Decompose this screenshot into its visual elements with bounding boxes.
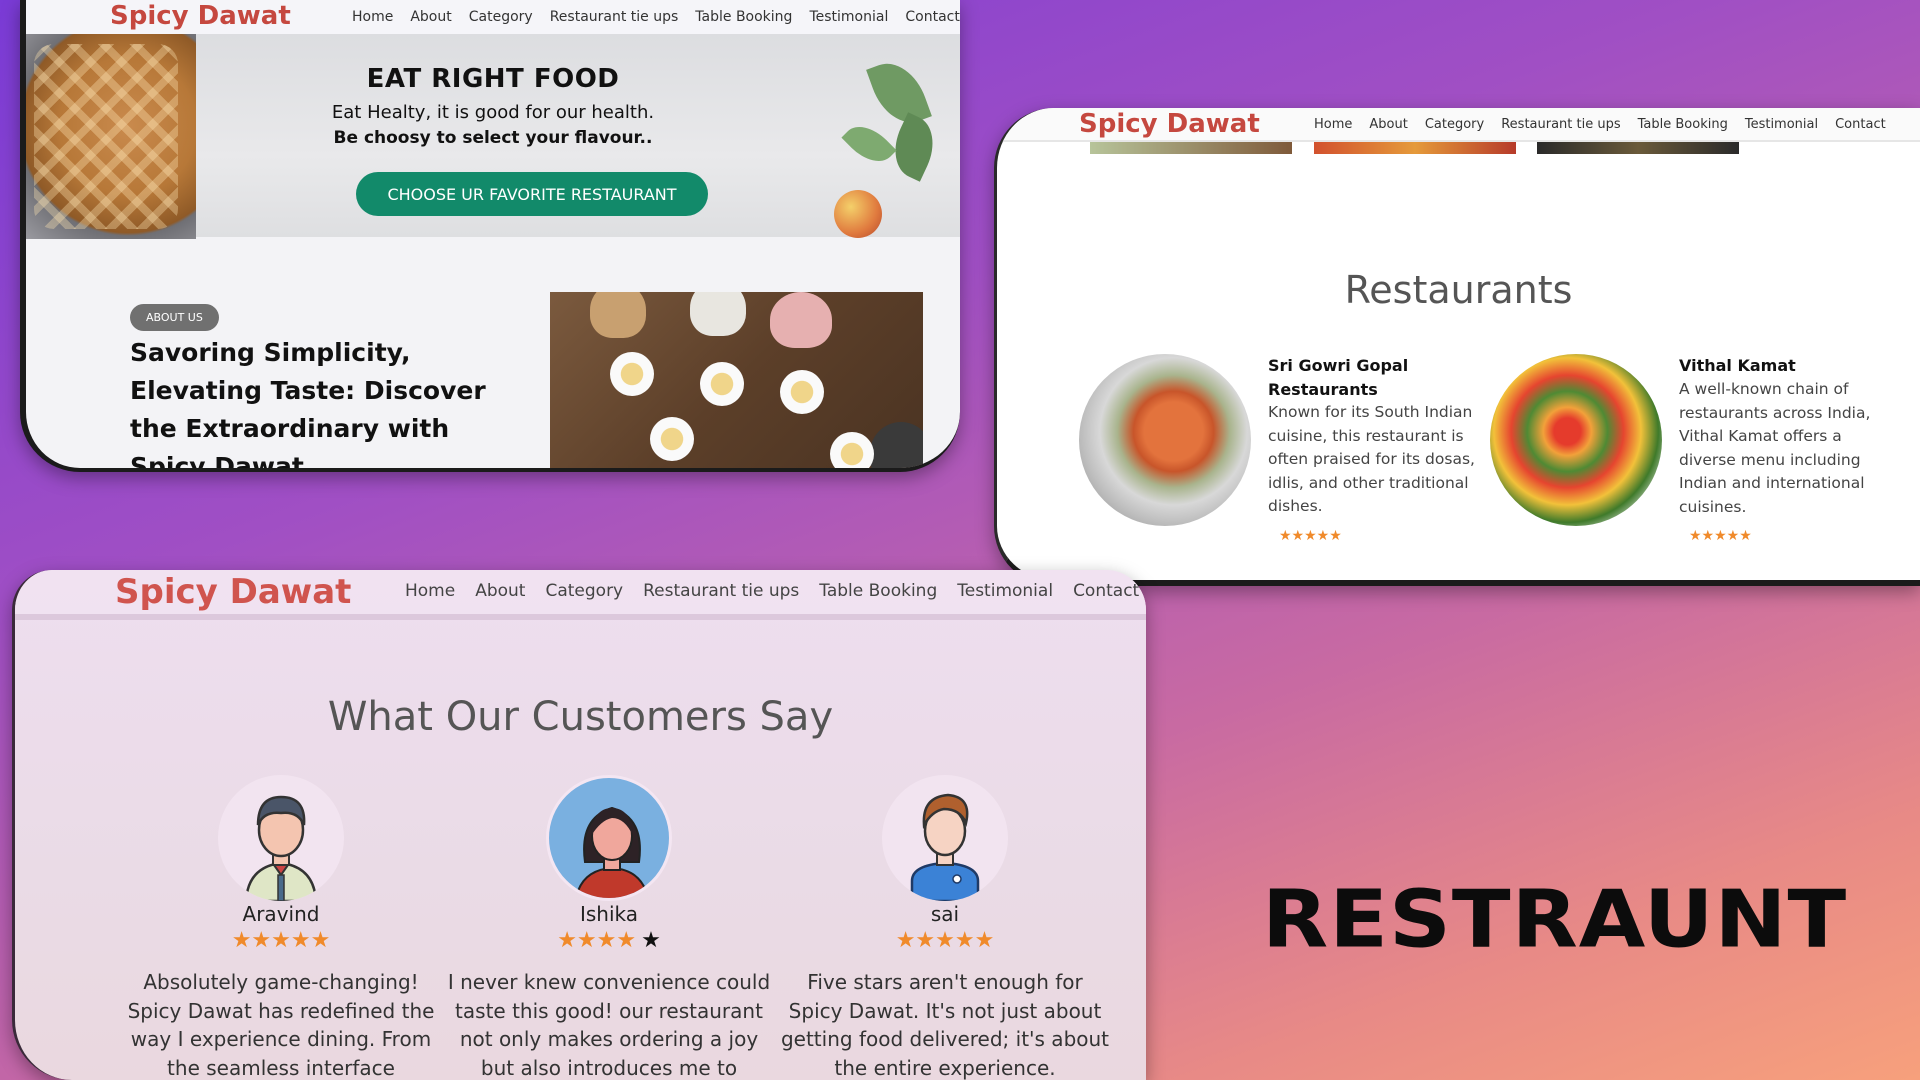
customer-name: Ishika [579,902,639,926]
nav-restaurant-tie-ups[interactable]: Restaurant tie ups [643,581,799,601]
about-heading: Savoring Simplicity, Elevating Taste: Di… [130,338,486,472]
nav-table-booking[interactable]: Table Booking [1638,117,1728,132]
nav-contact[interactable]: Contact [1073,581,1139,601]
nav-restaurant-tie-ups[interactable]: Restaurant tie ups [1501,117,1620,132]
restaurants-screenshot-card: Spicy Dawat Home About Category Restaura… [994,108,1920,586]
nav-category[interactable]: Category [1425,117,1484,132]
restaurant-rating: ★★★★★ [1689,528,1752,544]
category-thumbnail [1537,142,1739,154]
pie-image [26,34,196,239]
testimonials-screenshot-card: Spicy Dawat Home About Category Restaura… [12,570,1146,1080]
nav-testimonial[interactable]: Testimonial [1745,117,1818,132]
customer-name: sai [930,902,960,926]
nav-restaurant-tie-ups[interactable]: Restaurant tie ups [550,9,679,25]
woman-avatar-icon [546,775,672,901]
customer-rating: ★★★★★ [795,928,1095,953]
restaurant-image[interactable] [1490,354,1662,526]
restaurant-image[interactable] [1079,354,1251,526]
star-empty-icon: ★ [641,928,661,953]
brand-logo[interactable]: Spicy Dawat [110,1,291,31]
category-thumbnail [1090,142,1292,154]
testimonials-title: What Our Customers Say [327,694,834,740]
dining-table-image [550,292,923,468]
top-nav: Spicy Dawat Home About Category Restaura… [26,0,960,34]
top-nav: Spicy Dawat Home About Category Restaura… [15,570,1146,620]
nav-category[interactable]: Category [545,581,623,601]
nav-category[interactable]: Category [469,9,533,25]
nav-table-booking[interactable]: Table Booking [819,581,937,601]
nav-home[interactable]: Home [405,581,455,601]
star-icon: ★★★★★ [231,928,331,953]
nav-about[interactable]: About [1369,117,1407,132]
customer-review: I never knew convenience could taste thi… [447,970,771,1080]
restaurant-name[interactable]: Vithal Kamat [1679,354,1899,378]
customer-name: Aravind [242,902,320,926]
choose-restaurant-button[interactable]: CHOOSE UR FAVORITE RESTAURANT [356,172,708,216]
nav-table-booking[interactable]: Table Booking [695,9,792,25]
star-icon: ★★★★ [557,928,637,953]
nav-testimonial[interactable]: Testimonial [957,581,1053,601]
nav-contact[interactable]: Contact [1835,117,1886,132]
restaurant-description: Known for its South Indian cuisine, this… [1268,403,1475,515]
hero-screenshot-card: EAT RIGHT FOOD Eat Healty, it is good fo… [20,0,960,472]
nav-contact[interactable]: Contact [905,9,959,25]
restaurant-rating: ★★★★★ [1279,528,1342,544]
nav-about[interactable]: About [475,581,525,601]
nav-home[interactable]: Home [352,9,393,25]
apple-image [834,190,882,238]
man-avatar-icon [218,775,344,901]
boy-avatar-icon [882,775,1008,901]
restaurant-name[interactable]: Sri Gowri Gopal Restaurants [1268,354,1478,402]
brand-logo[interactable]: Spicy Dawat [115,572,351,612]
restaurant-description: A well-known chain of restaurants across… [1679,380,1871,516]
top-nav: Spicy Dawat Home About Category Restaura… [997,108,1920,142]
customer-rating: ★★★★★ [459,928,759,953]
restraunt-title: RESTRAUNT [1262,874,1848,966]
customer-rating: ★★★★★ [131,928,431,953]
restaurants-title: Restaurants [1344,268,1573,312]
star-icon: ★★★★★ [895,928,995,953]
brand-logo[interactable]: Spicy Dawat [1079,109,1260,139]
nav-home[interactable]: Home [1314,117,1352,132]
about-badge: ABOUT US [130,304,219,331]
category-thumbnail [1314,142,1516,154]
customer-review: Absolutely game-changing! Spicy Dawat ha… [127,970,435,1080]
nav-testimonial[interactable]: Testimonial [809,9,888,25]
nav-about[interactable]: About [410,9,451,25]
customer-review: Five stars aren't enough for Spicy Dawat… [780,970,1110,1080]
